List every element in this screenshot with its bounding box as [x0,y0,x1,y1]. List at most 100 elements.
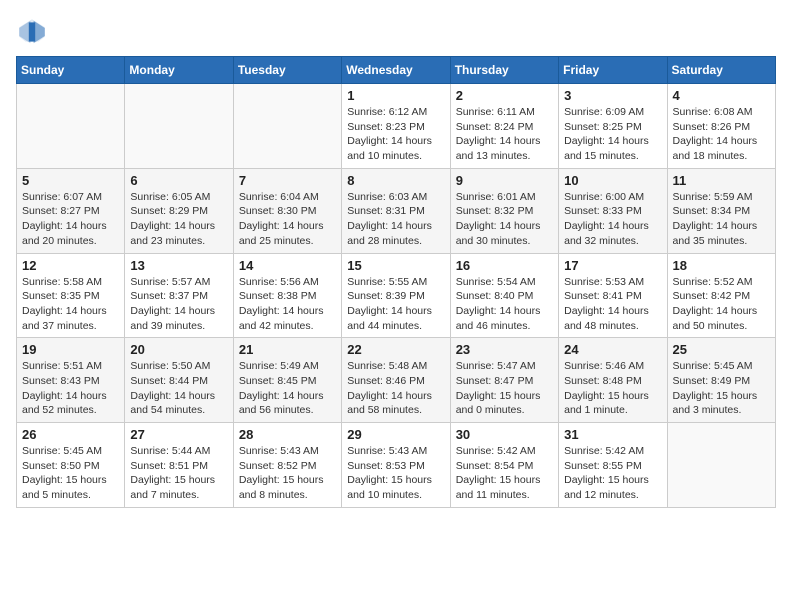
day-number: 12 [22,258,119,273]
calendar-cell: 24 Sunrise: 5:46 AM Sunset: 8:48 PM Dayli… [559,338,667,423]
day-info: Sunrise: 6:08 AM Sunset: 8:26 PM Dayligh… [673,105,770,164]
day-info: Sunrise: 5:56 AM Sunset: 8:38 PM Dayligh… [239,275,336,334]
day-info: Sunrise: 5:53 AM Sunset: 8:41 PM Dayligh… [564,275,661,334]
day-info: Sunrise: 5:57 AM Sunset: 8:37 PM Dayligh… [130,275,227,334]
calendar-week-row: 26 Sunrise: 5:45 AM Sunset: 8:50 PM Dayli… [17,423,776,508]
day-number: 7 [239,173,336,188]
day-number: 23 [456,342,553,357]
calendar-cell: 31 Sunrise: 5:42 AM Sunset: 8:55 PM Dayli… [559,423,667,508]
day-info: Sunrise: 5:42 AM Sunset: 8:55 PM Dayligh… [564,444,661,503]
calendar-cell: 15 Sunrise: 5:55 AM Sunset: 8:39 PM Dayli… [342,253,450,338]
day-info: Sunrise: 6:01 AM Sunset: 8:32 PM Dayligh… [456,190,553,249]
day-of-week-header: Saturday [667,57,775,84]
day-number: 31 [564,427,661,442]
calendar-cell: 16 Sunrise: 5:54 AM Sunset: 8:40 PM Dayli… [450,253,558,338]
day-number: 22 [347,342,444,357]
day-number: 16 [456,258,553,273]
day-number: 11 [673,173,770,188]
logo-icon [16,16,48,48]
calendar-cell: 9 Sunrise: 6:01 AM Sunset: 8:32 PM Daylig… [450,168,558,253]
day-number: 26 [22,427,119,442]
day-number: 2 [456,88,553,103]
day-of-week-header: Friday [559,57,667,84]
day-info: Sunrise: 5:45 AM Sunset: 8:50 PM Dayligh… [22,444,119,503]
day-info: Sunrise: 5:52 AM Sunset: 8:42 PM Dayligh… [673,275,770,334]
calendar-cell: 21 Sunrise: 5:49 AM Sunset: 8:45 PM Dayli… [233,338,341,423]
day-info: Sunrise: 5:43 AM Sunset: 8:52 PM Dayligh… [239,444,336,503]
day-of-week-header: Tuesday [233,57,341,84]
day-of-week-header: Sunday [17,57,125,84]
calendar-week-row: 12 Sunrise: 5:58 AM Sunset: 8:35 PM Dayli… [17,253,776,338]
calendar-week-row: 1 Sunrise: 6:12 AM Sunset: 8:23 PM Daylig… [17,84,776,169]
day-number: 19 [22,342,119,357]
day-info: Sunrise: 6:04 AM Sunset: 8:30 PM Dayligh… [239,190,336,249]
day-info: Sunrise: 5:47 AM Sunset: 8:47 PM Dayligh… [456,359,553,418]
calendar-cell: 4 Sunrise: 6:08 AM Sunset: 8:26 PM Daylig… [667,84,775,169]
calendar-cell: 2 Sunrise: 6:11 AM Sunset: 8:24 PM Daylig… [450,84,558,169]
calendar-cell: 18 Sunrise: 5:52 AM Sunset: 8:42 PM Dayli… [667,253,775,338]
calendar-cell: 14 Sunrise: 5:56 AM Sunset: 8:38 PM Dayli… [233,253,341,338]
calendar-cell: 8 Sunrise: 6:03 AM Sunset: 8:31 PM Daylig… [342,168,450,253]
day-number: 18 [673,258,770,273]
day-of-week-header: Thursday [450,57,558,84]
calendar-cell: 13 Sunrise: 5:57 AM Sunset: 8:37 PM Dayli… [125,253,233,338]
calendar-cell: 10 Sunrise: 6:00 AM Sunset: 8:33 PM Dayli… [559,168,667,253]
day-info: Sunrise: 5:50 AM Sunset: 8:44 PM Dayligh… [130,359,227,418]
day-info: Sunrise: 6:09 AM Sunset: 8:25 PM Dayligh… [564,105,661,164]
calendar-cell: 6 Sunrise: 6:05 AM Sunset: 8:29 PM Daylig… [125,168,233,253]
day-number: 9 [456,173,553,188]
day-info: Sunrise: 5:59 AM Sunset: 8:34 PM Dayligh… [673,190,770,249]
calendar-cell: 25 Sunrise: 5:45 AM Sunset: 8:49 PM Dayli… [667,338,775,423]
day-number: 4 [673,88,770,103]
day-number: 14 [239,258,336,273]
day-number: 21 [239,342,336,357]
calendar-week-row: 5 Sunrise: 6:07 AM Sunset: 8:27 PM Daylig… [17,168,776,253]
calendar-table: SundayMondayTuesdayWednesdayThursdayFrid… [16,56,776,508]
day-info: Sunrise: 6:07 AM Sunset: 8:27 PM Dayligh… [22,190,119,249]
calendar-header-row: SundayMondayTuesdayWednesdayThursdayFrid… [17,57,776,84]
calendar-cell [125,84,233,169]
day-number: 13 [130,258,227,273]
calendar-cell: 19Sunrise: 5:51 AM Sunset: 8:43 PM Dayli… [17,338,125,423]
day-number: 24 [564,342,661,357]
calendar-cell: 26 Sunrise: 5:45 AM Sunset: 8:50 PM Dayli… [17,423,125,508]
page-header [16,16,776,48]
day-info: Sunrise: 5:44 AM Sunset: 8:51 PM Dayligh… [130,444,227,503]
day-info: Sunrise: 5:54 AM Sunset: 8:40 PM Dayligh… [456,275,553,334]
day-info: Sunrise: 5:58 AM Sunset: 8:35 PM Dayligh… [22,275,119,334]
day-info: Sunrise: 5:55 AM Sunset: 8:39 PM Dayligh… [347,275,444,334]
calendar-cell: 12 Sunrise: 5:58 AM Sunset: 8:35 PM Dayli… [17,253,125,338]
day-number: 10 [564,173,661,188]
day-number: 25 [673,342,770,357]
day-of-week-header: Monday [125,57,233,84]
calendar-week-row: 19Sunrise: 5:51 AM Sunset: 8:43 PM Dayli… [17,338,776,423]
day-info: Sunrise: 6:00 AM Sunset: 8:33 PM Dayligh… [564,190,661,249]
day-info: Sunrise: 5:42 AM Sunset: 8:54 PM Dayligh… [456,444,553,503]
calendar-cell: 29Sunrise: 5:43 AM Sunset: 8:53 PM Dayli… [342,423,450,508]
calendar-cell: 30Sunrise: 5:42 AM Sunset: 8:54 PM Dayli… [450,423,558,508]
calendar-cell [17,84,125,169]
day-info: Sunrise: 6:03 AM Sunset: 8:31 PM Dayligh… [347,190,444,249]
day-number: 27 [130,427,227,442]
day-info: Sunrise: 5:45 AM Sunset: 8:49 PM Dayligh… [673,359,770,418]
day-info: Sunrise: 5:49 AM Sunset: 8:45 PM Dayligh… [239,359,336,418]
calendar-cell: 23 Sunrise: 5:47 AM Sunset: 8:47 PM Dayli… [450,338,558,423]
day-number: 1 [347,88,444,103]
day-number: 20 [130,342,227,357]
day-number: 5 [22,173,119,188]
day-info: Sunrise: 6:11 AM Sunset: 8:24 PM Dayligh… [456,105,553,164]
calendar-cell [667,423,775,508]
day-info: Sunrise: 5:46 AM Sunset: 8:48 PM Dayligh… [564,359,661,418]
day-info: Sunrise: 6:12 AM Sunset: 8:23 PM Dayligh… [347,105,444,164]
day-number: 15 [347,258,444,273]
day-number: 8 [347,173,444,188]
calendar-cell: 28Sunrise: 5:43 AM Sunset: 8:52 PM Dayli… [233,423,341,508]
day-number: 17 [564,258,661,273]
day-info: Sunrise: 5:43 AM Sunset: 8:53 PM Dayligh… [347,444,444,503]
calendar-cell: 17 Sunrise: 5:53 AM Sunset: 8:41 PM Dayli… [559,253,667,338]
day-info: Sunrise: 6:05 AM Sunset: 8:29 PM Dayligh… [130,190,227,249]
day-of-week-header: Wednesday [342,57,450,84]
day-number: 6 [130,173,227,188]
calendar-cell: 22 Sunrise: 5:48 AM Sunset: 8:46 PM Dayli… [342,338,450,423]
day-info: Sunrise: 5:48 AM Sunset: 8:46 PM Dayligh… [347,359,444,418]
